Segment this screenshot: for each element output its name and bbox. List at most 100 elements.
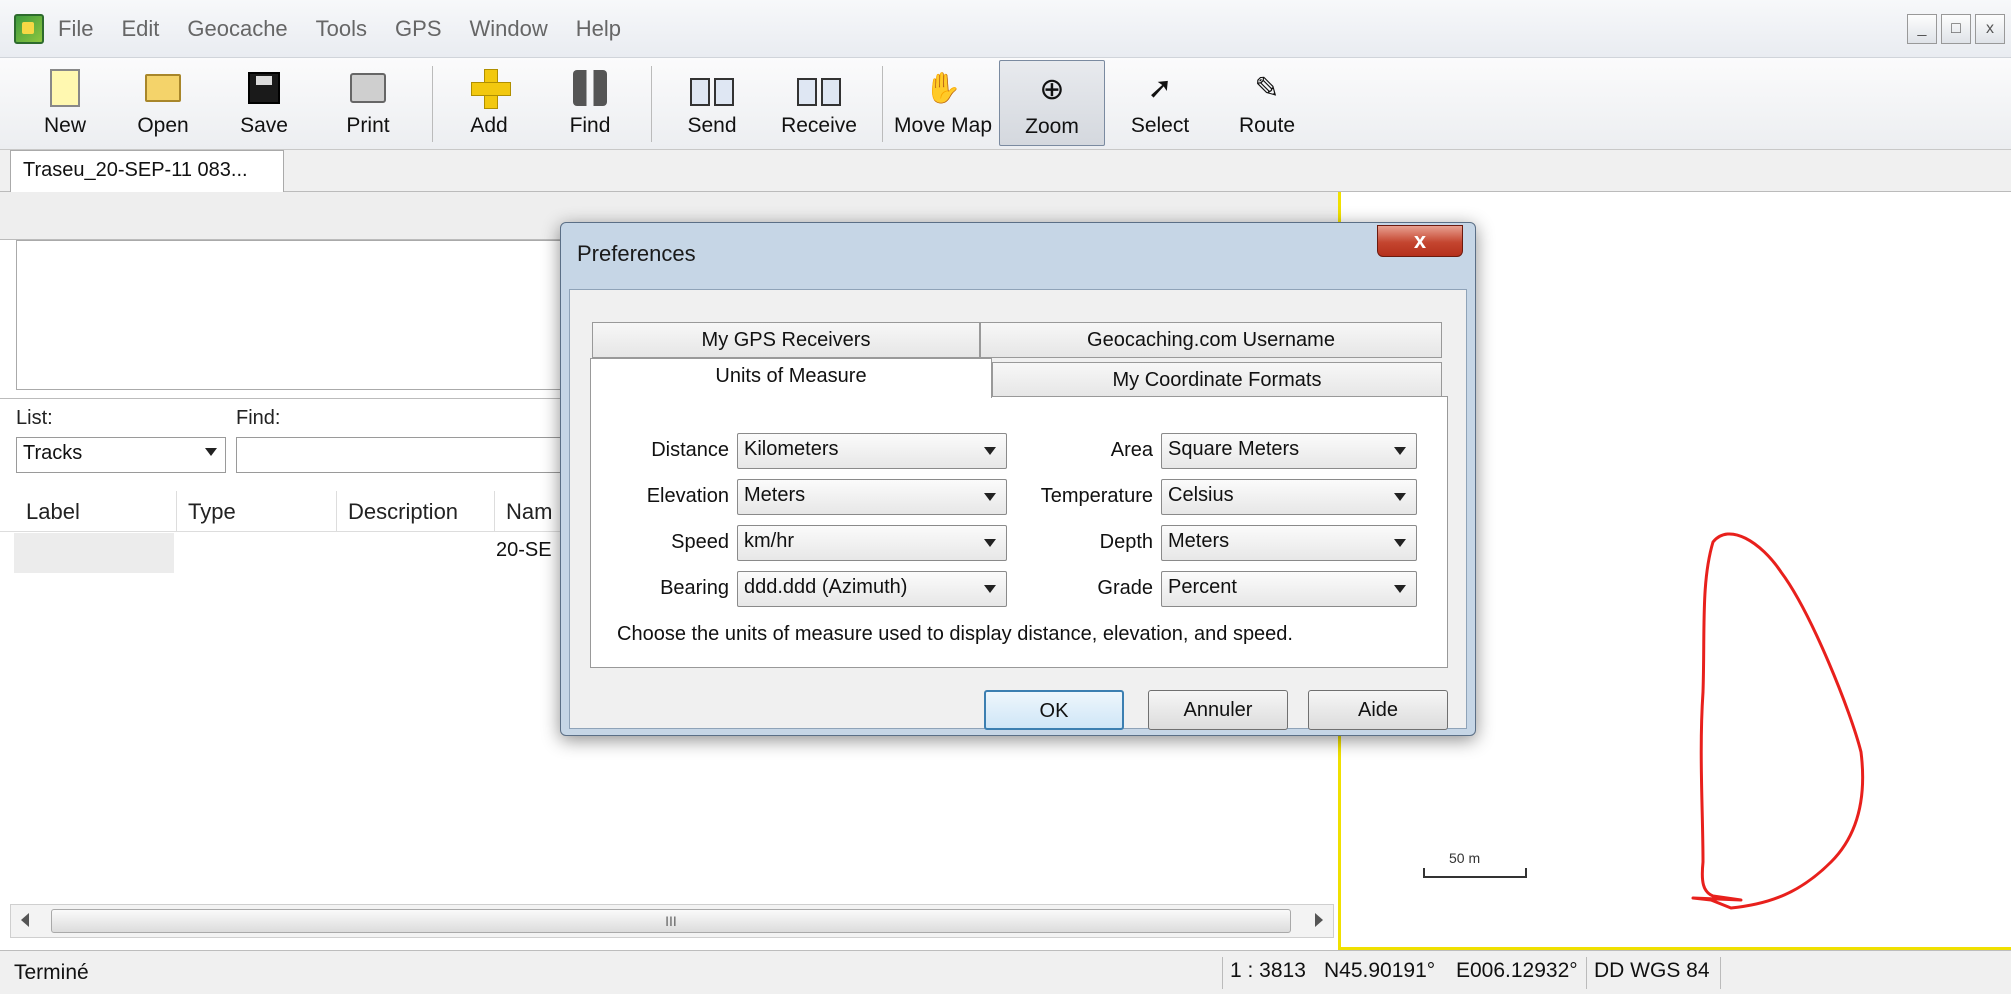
scroll-right-icon[interactable] [1315,913,1323,927]
binoculars-icon [572,68,608,108]
preferences-dialog: Preferences x My GPS Receivers Geocachin… [560,222,1476,736]
chevron-down-icon [984,447,996,455]
find-button[interactable]: Find [537,60,643,146]
toolbar-separator [432,66,433,142]
send-button[interactable]: Send [660,60,764,146]
area-select[interactable]: Square Meters [1161,433,1417,469]
menu-tools[interactable]: Tools [316,16,367,42]
column-header-name[interactable]: Nam [496,491,562,531]
close-window-button[interactable]: x [1975,14,2005,44]
menu-help[interactable]: Help [576,16,621,42]
bearing-select[interactable]: ddd.ddd (Azimuth) [737,571,1007,607]
receive-button[interactable]: Receive [764,60,874,146]
open-folder-icon [145,68,181,108]
horizontal-scrollbar[interactable]: III [10,904,1334,938]
help-button[interactable]: Aide [1308,690,1448,730]
new-button[interactable]: New [20,60,110,146]
tab-geocaching-username[interactable]: Geocaching.com Username [980,322,1442,358]
distance-value: Kilometers [744,438,839,460]
temperature-select[interactable]: Celsius [1161,479,1417,515]
minimize-button[interactable]: _ [1907,14,1937,44]
depth-select[interactable]: Meters [1161,525,1417,561]
send-label: Send [687,114,737,137]
toolbar: New Open Save Print Add Find Send Receiv… [0,58,2011,150]
column-separator [494,491,495,531]
printer-icon [350,68,386,108]
arrow-pointer-icon: ➚ [1147,71,1173,105]
move-map-button[interactable]: ✋ Move Map [891,60,995,146]
restore-button[interactable]: □ [1941,14,1971,44]
save-label: Save [240,114,288,137]
tab-my-gps-receivers[interactable]: My GPS Receivers [592,322,980,358]
distance-select[interactable]: Kilometers [737,433,1007,469]
open-button[interactable]: Open [110,60,216,146]
menu-edit[interactable]: Edit [121,16,159,42]
route-pencil-icon: ✎ [1254,71,1280,105]
new-label: New [43,114,86,137]
table-row[interactable] [14,533,174,573]
elevation-select[interactable]: Meters [737,479,1007,515]
cancel-button[interactable]: Annuler [1148,690,1288,730]
grade-select[interactable]: Percent [1161,571,1417,607]
floppy-disk-icon [246,68,282,108]
map-scale: 1 : 3813 [1230,959,1306,982]
zoom-label: Zoom [1025,115,1079,138]
ok-button[interactable]: OK [984,690,1124,730]
grade-value: Percent [1168,576,1237,598]
scale-bar [1423,868,1527,878]
menu-window[interactable]: Window [470,16,548,42]
temperature-value: Celsius [1168,484,1234,506]
list-type-select[interactable]: Tracks [16,437,226,473]
menu-file[interactable]: File [58,16,93,42]
find-label: Find [569,114,611,137]
menu-geocache[interactable]: Geocache [187,16,287,42]
receive-from-gps-icon [797,68,841,108]
datum-readout: DD WGS 84 [1594,959,1710,982]
depth-value: Meters [1168,530,1230,552]
add-label: Add [470,114,508,137]
scale-label: 50 m [1449,850,1481,866]
column-header-type[interactable]: Type [178,491,246,531]
open-label: Open [137,114,189,137]
list-label: List: [16,407,53,429]
units-tab-panel: Distance Kilometers Elevation Meters Spe… [590,396,1448,668]
toolbar-separator [651,66,652,142]
speed-value: km/hr [744,530,794,552]
new-document-icon [47,68,83,108]
zoom-button[interactable]: ⊕ Zoom [999,60,1105,146]
speed-label: Speed [671,531,729,553]
scroll-thumb[interactable]: III [51,909,1291,933]
column-separator [176,491,177,531]
select-button[interactable]: ➚ Select [1105,60,1215,146]
save-button[interactable]: Save [216,60,312,146]
area-label: Area [1110,439,1153,461]
column-header-label[interactable]: Label [16,491,90,531]
menu-bar: File Edit Geocache Tools GPS Window Help… [0,0,2011,58]
document-tab[interactable]: Traseu_20-SEP-11 083... [10,150,284,192]
add-button[interactable]: Add [441,60,537,146]
chevron-down-icon [1394,539,1406,547]
dialog-title: Preferences [577,241,696,266]
print-button[interactable]: Print [312,60,424,146]
grade-label: Grade [1097,577,1153,599]
bearing-value: ddd.ddd (Azimuth) [744,576,908,598]
find-label-text: Find: [236,407,281,429]
area-value: Square Meters [1168,438,1300,460]
toolbar-separator [882,66,883,142]
route-button[interactable]: ✎ Route [1215,60,1319,146]
column-header-description[interactable]: Description [338,491,468,531]
dialog-close-button[interactable]: x [1377,225,1463,257]
tab-my-coordinate-formats[interactable]: My Coordinate Formats [992,362,1442,398]
longitude-readout: E006.12932° [1456,959,1578,982]
scroll-left-icon[interactable] [21,913,29,927]
status-text: Terminé [14,961,89,984]
tab-units-of-measure[interactable]: Units of Measure [590,358,992,398]
receive-label: Receive [781,114,857,137]
menu-gps[interactable]: GPS [395,16,441,42]
speed-select[interactable]: km/hr [737,525,1007,561]
units-hint-text: Choose the units of measure used to disp… [617,623,1293,645]
temperature-label: Temperature [1040,485,1153,507]
distance-label: Distance [651,439,729,461]
status-bar: Terminé 1 : 3813 N45.90191° E006.12932° … [0,950,2011,994]
chevron-down-icon [205,448,217,456]
